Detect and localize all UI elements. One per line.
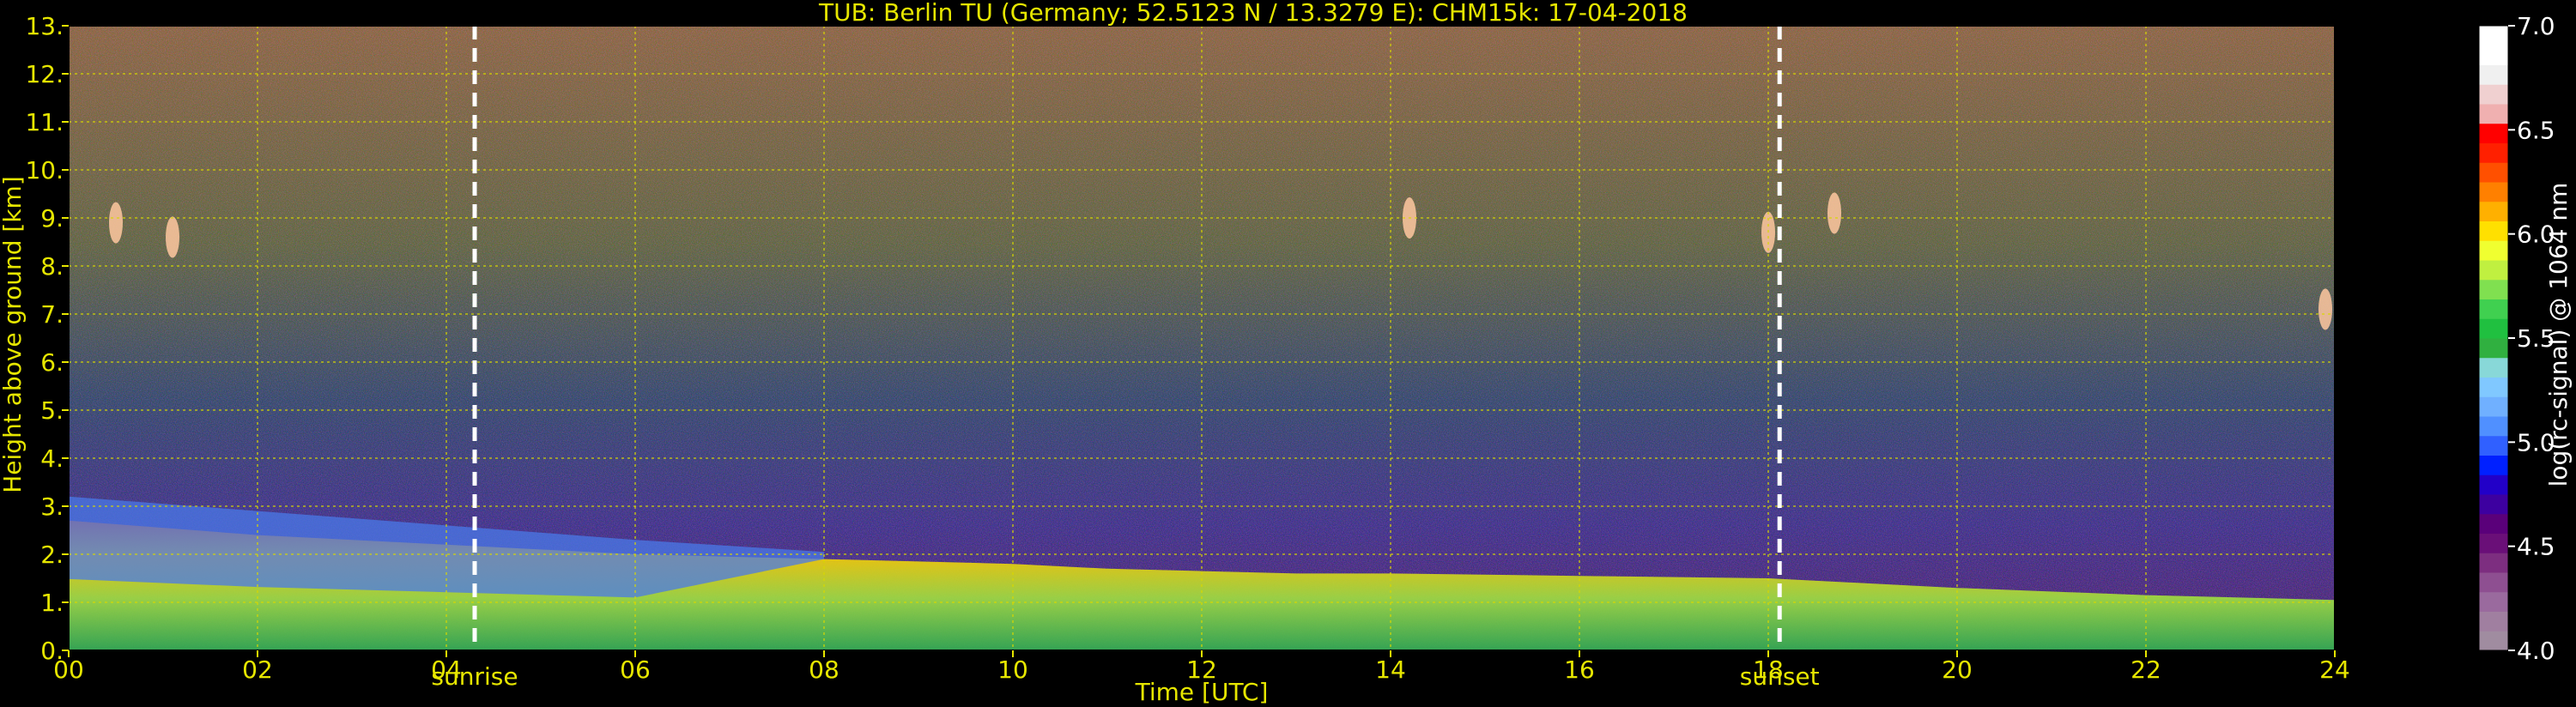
colorbar-segment bbox=[2479, 357, 2508, 378]
colorbar-segment bbox=[2479, 45, 2508, 65]
plot-area bbox=[68, 25, 2336, 651]
x-tick-label: 16 bbox=[1564, 656, 1595, 684]
colorbar-segment bbox=[2479, 513, 2508, 534]
colorbar-segment bbox=[2479, 631, 2508, 651]
colorbar-segment bbox=[2479, 201, 2508, 221]
colorbar-segment bbox=[2479, 279, 2508, 299]
colorbar-segment bbox=[2479, 416, 2508, 437]
y-tick-label: 7. bbox=[40, 300, 64, 329]
y-axis-label: Height above ground [km] bbox=[0, 176, 27, 493]
x-tick-label: 18 bbox=[1753, 656, 1784, 684]
colorbar-tick-label: 4.5 bbox=[2517, 533, 2555, 561]
colorbar-segment bbox=[2479, 104, 2508, 124]
y-tick-label: 11. bbox=[25, 108, 64, 136]
cirrus-patch bbox=[166, 216, 179, 258]
colorbar-segment bbox=[2479, 474, 2508, 495]
cirrus-patch bbox=[2318, 288, 2332, 330]
colorbar-segment bbox=[2479, 377, 2508, 397]
y-tick-label: 1. bbox=[40, 589, 64, 617]
ceilometer-chart: sunrise sunset00 02 04 06 08 10 12 14 16 18 20 22 240… bbox=[0, 0, 2573, 706]
colorbar-segment bbox=[2479, 396, 2508, 417]
x-tick-label: 10 bbox=[997, 656, 1028, 684]
colorbar-segment bbox=[2479, 435, 2508, 456]
colorbar-label: log(rc-signal) @ 1064 nm bbox=[2544, 183, 2573, 487]
colorbar-segment bbox=[2479, 338, 2508, 359]
colorbar-segment bbox=[2479, 455, 2508, 475]
y-tick-label: 0. bbox=[40, 637, 64, 665]
colorbar-segment bbox=[2479, 182, 2508, 202]
colorbar-segment bbox=[2479, 318, 2508, 339]
colorbar-tick-label: 7.0 bbox=[2517, 12, 2555, 40]
colorbar-segment bbox=[2479, 64, 2508, 85]
y-tick-label: 5. bbox=[40, 396, 64, 425]
colorbar-segment bbox=[2479, 553, 2508, 573]
x-tick-label: 22 bbox=[2131, 656, 2161, 684]
y-tick-label: 12. bbox=[25, 60, 64, 88]
x-tick-label: 06 bbox=[620, 656, 651, 684]
colorbar-segment bbox=[2479, 611, 2508, 631]
y-tick-label: 10. bbox=[25, 156, 64, 184]
x-tick-label: 04 bbox=[431, 656, 462, 684]
colorbar-segment bbox=[2479, 123, 2508, 143]
colorbar-segment bbox=[2479, 26, 2508, 46]
y-tick-label: 6. bbox=[40, 348, 64, 377]
x-tick-label: 20 bbox=[1942, 656, 1973, 684]
x-axis-label: Time [UTC] bbox=[1135, 678, 1269, 706]
colorbar-segment bbox=[2479, 221, 2508, 241]
colorbar-segment bbox=[2479, 162, 2508, 183]
x-tick-label: 02 bbox=[242, 656, 273, 684]
y-tick-label: 8. bbox=[40, 252, 64, 281]
colorbar-segment bbox=[2479, 142, 2508, 163]
colorbar-segment bbox=[2479, 260, 2508, 281]
colorbar-segment bbox=[2479, 533, 2508, 553]
chart-title: TUB: Berlin TU (Germany; 52.5123 N / 13.… bbox=[818, 0, 1688, 27]
y-tick-label: 2. bbox=[40, 541, 64, 569]
cirrus-patch bbox=[109, 202, 123, 244]
x-tick-label: 24 bbox=[2319, 656, 2350, 684]
colorbar-segment bbox=[2479, 494, 2508, 515]
colorbar-segment bbox=[2479, 84, 2508, 105]
colorbar-segment bbox=[2479, 299, 2508, 319]
colorbar-tick-label: 4.0 bbox=[2517, 637, 2555, 665]
colorbar-segment bbox=[2479, 240, 2508, 261]
y-tick-label: 13. bbox=[25, 12, 64, 40]
colorbar-tick-label: 6.5 bbox=[2517, 116, 2555, 144]
cirrus-patch bbox=[1827, 192, 1841, 234]
x-tick-label: 08 bbox=[809, 656, 839, 684]
colorbar-segment bbox=[2479, 591, 2508, 612]
colorbar-segment bbox=[2479, 572, 2508, 593]
x-tick-label: 14 bbox=[1375, 656, 1406, 684]
y-tick-label: 9. bbox=[40, 204, 64, 233]
y-tick-label: 4. bbox=[40, 444, 64, 473]
y-tick-label: 3. bbox=[40, 492, 64, 521]
